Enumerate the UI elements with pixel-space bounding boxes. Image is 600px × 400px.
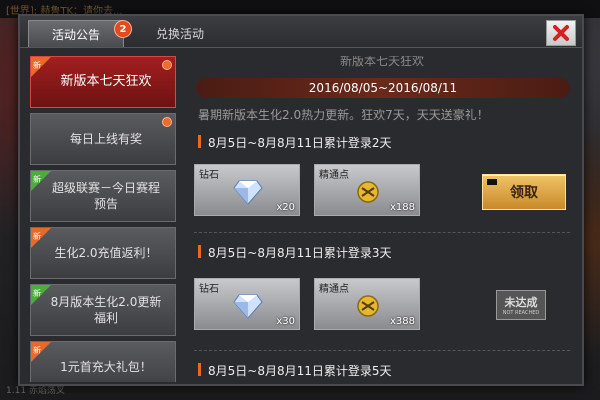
close-button[interactable] bbox=[546, 20, 576, 46]
task-title: 8月5日~8月8月11日累计登录3天 bbox=[198, 244, 392, 261]
claim-button[interactable]: 领取 bbox=[482, 174, 566, 210]
sidebar-item-label: 8月版本生化2.0更新福利 bbox=[50, 295, 162, 325]
event-list: 新 新版本七天狂欢 每日上线有奖 新 超级联赛－今日赛程预告 新 生化2.0充值… bbox=[30, 56, 178, 382]
diamond-icon bbox=[233, 294, 263, 319]
sidebar-item-label: 生化2.0充值返利！ bbox=[54, 246, 158, 260]
new-ribbon: 新 bbox=[31, 228, 51, 248]
sidebar-item-seven-day-carnival[interactable]: 新 新版本七天狂欢 bbox=[30, 56, 176, 108]
claim-button-corner-icon bbox=[487, 179, 497, 185]
reward-slot[interactable]: 精通点 x388 bbox=[314, 278, 420, 330]
reward-count: x30 bbox=[276, 316, 295, 327]
sidebar-item-label: 每日上线有奖 bbox=[69, 132, 142, 146]
sidebar-item-first-recharge[interactable]: 新 1元首充大礼包！ bbox=[30, 341, 176, 382]
task-title: 8月5日~8月8月11日累计登录5天 bbox=[198, 362, 392, 379]
new-ribbon: 新 bbox=[31, 342, 51, 362]
new-ribbon: 新 bbox=[31, 57, 51, 77]
sidebar-item-update-benefits[interactable]: 新 8月版本生化2.0更新福利 bbox=[30, 284, 176, 336]
tab-label: 兑换活动 bbox=[155, 27, 204, 41]
reward-count: x188 bbox=[389, 202, 415, 213]
stamp-label: 未达成 bbox=[504, 296, 538, 309]
task-divider bbox=[194, 350, 570, 351]
reward-count: x20 bbox=[276, 202, 295, 213]
sidebar-item-label: 新版本七天狂欢 bbox=[60, 74, 152, 89]
reward-slot[interactable]: 精通点 x188 bbox=[314, 164, 420, 216]
task-title: 8月5日~8月8月11日累计登录2天 bbox=[198, 134, 392, 151]
claim-button-label: 领取 bbox=[510, 185, 538, 201]
tab-label: 活动公告 bbox=[51, 27, 100, 42]
reward-slot[interactable]: 钻石 x30 bbox=[194, 278, 300, 330]
not-reached-stamp: 未达成 NOT REACHED bbox=[496, 290, 546, 320]
reward-name: 钻石 bbox=[199, 284, 219, 295]
event-description: 暑期新版本生化2.0热力更新。狂欢7天，天天送豪礼！ bbox=[198, 108, 489, 122]
close-icon bbox=[553, 25, 569, 41]
reward-count: x388 bbox=[389, 316, 415, 327]
stamp-sublabel: NOT REACHED bbox=[502, 310, 540, 316]
sidebar-item-recharge-rebate[interactable]: 新 生化2.0充值返利！ bbox=[30, 227, 176, 279]
tab-bar: 活动公告 2 兑换活动 bbox=[20, 16, 582, 48]
sidebar-item-league-schedule[interactable]: 新 超级联赛－今日赛程预告 bbox=[30, 170, 176, 222]
reward-name: 精通点 bbox=[319, 170, 349, 181]
sidebar-item-label: 1元首充大礼包！ bbox=[60, 360, 152, 374]
event-detail-panel: 新版本七天狂欢 2016/08/05~2016/08/11 暑期新版本生化2.0… bbox=[190, 56, 574, 382]
mastery-point-icon bbox=[357, 295, 379, 317]
reward-name: 精通点 bbox=[319, 284, 349, 295]
reward-name: 钻石 bbox=[199, 170, 219, 181]
mastery-point-icon bbox=[357, 181, 379, 203]
notification-dot bbox=[162, 60, 172, 70]
tab-redeem[interactable]: 兑换活动 bbox=[132, 20, 228, 47]
notification-badge: 2 bbox=[114, 20, 132, 38]
notification-dot bbox=[162, 117, 172, 127]
event-dialog: 活动公告 2 兑换活动 新 新版本七天狂欢 每日上线有奖 新 超级联赛－今日赛程… bbox=[18, 14, 584, 386]
sidebar-item-label: 超级联赛－今日赛程预告 bbox=[51, 181, 160, 211]
task-divider bbox=[194, 232, 570, 233]
event-title: 新版本七天狂欢 bbox=[339, 56, 424, 68]
sidebar-item-daily-login[interactable]: 每日上线有奖 bbox=[30, 113, 176, 165]
tab-announcements[interactable]: 活动公告 bbox=[28, 20, 124, 47]
diamond-icon bbox=[233, 180, 263, 205]
reward-slot[interactable]: 钻石 x20 bbox=[194, 164, 300, 216]
date-range: 2016/08/05~2016/08/11 bbox=[196, 78, 570, 98]
